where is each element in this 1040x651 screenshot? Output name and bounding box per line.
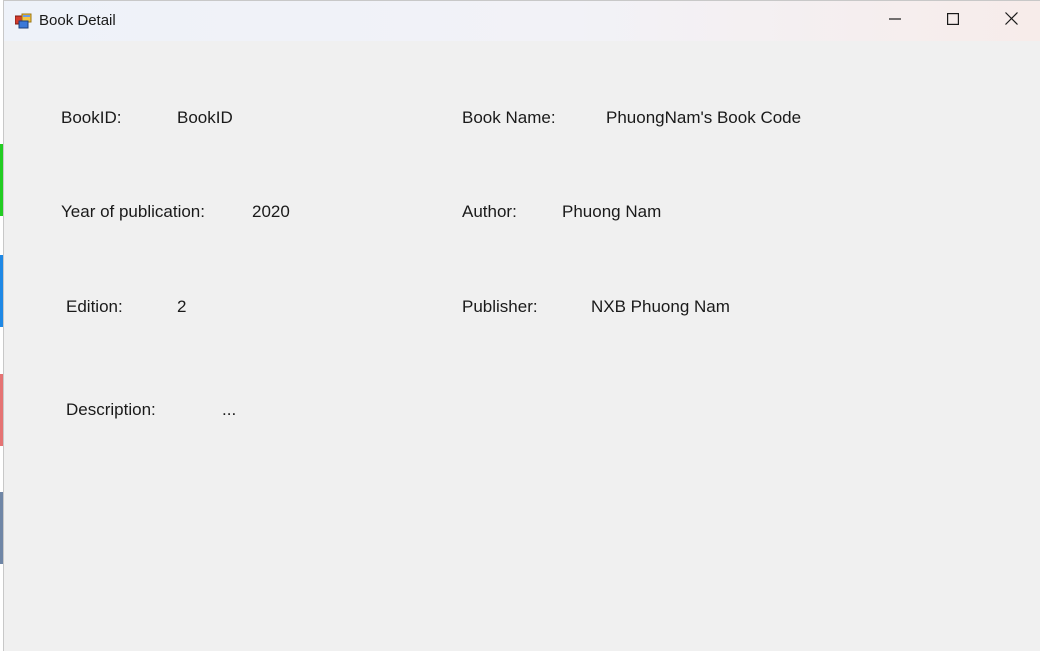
year-label: Year of publication: [61, 202, 205, 221]
close-button[interactable] [982, 1, 1040, 41]
book-name-value: PhuongNam's Book Code [606, 108, 802, 127]
edition-value: 2 [177, 297, 187, 316]
publisher-label: Publisher: [462, 297, 538, 316]
app-form-icon [14, 13, 32, 29]
publisher-value: NXB Phuong Nam [591, 297, 730, 316]
window-title: Book Detail [39, 12, 116, 29]
edition-label: Edition: [66, 297, 123, 316]
description-label: Description: [66, 400, 156, 419]
minimize-icon [889, 12, 901, 30]
maximize-button[interactable] [924, 1, 982, 41]
book-name-label: Book Name: [462, 108, 556, 127]
author-value: Phuong Nam [562, 202, 662, 221]
form-client-area: BookID: BookID Book Name: PhuongNam's Bo… [4, 41, 1040, 651]
book-id-value: BookID [177, 108, 233, 127]
year-value: 2020 [252, 202, 290, 221]
close-icon [1004, 12, 1018, 30]
maximize-icon [947, 12, 960, 30]
minimize-button[interactable] [866, 1, 924, 41]
description-value: ... [222, 400, 237, 419]
book-detail-window: Book Detail BookID: BookID Book Name: Ph… [3, 0, 1040, 651]
title-bar[interactable]: Book Detail [4, 1, 1040, 41]
book-id-label: BookID: [61, 108, 122, 127]
author-label: Author: [462, 202, 517, 221]
